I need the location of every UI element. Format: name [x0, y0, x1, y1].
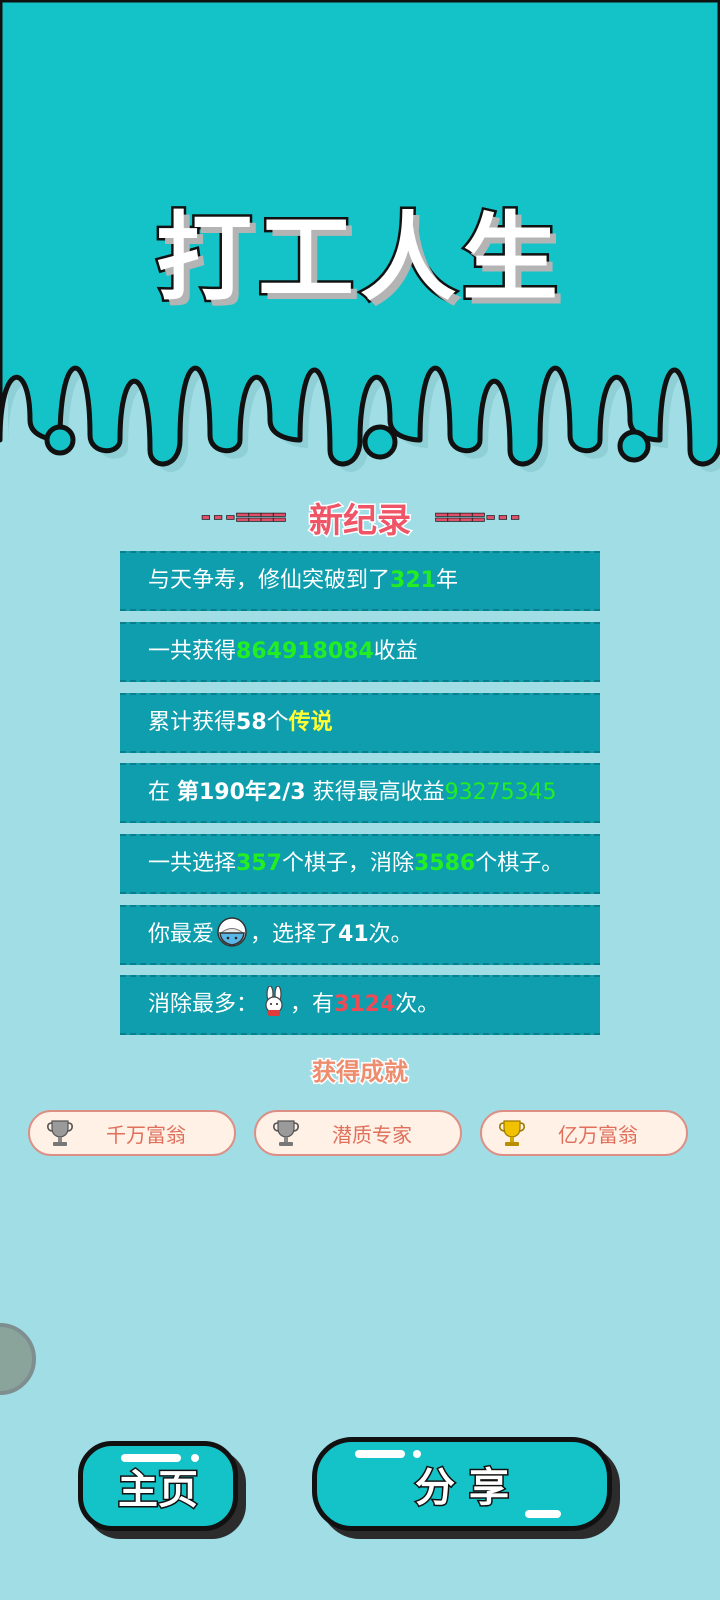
button-shine: [525, 1510, 561, 1518]
stat-row-favorite: 你最爱 ，选择了41次。: [120, 905, 600, 965]
stat-text: 一共选择: [148, 851, 237, 876]
heading-rule-right: ====---: [434, 504, 522, 531]
achievement-badge[interactable]: 潜质专家: [254, 1110, 462, 1156]
record-heading: ---==== 新纪录 ====---: [0, 495, 720, 542]
stat-text: 收益: [373, 639, 418, 664]
stat-text: 与天争寿，修仙突破到了: [148, 568, 391, 593]
stat-text: 消除最多：: [148, 992, 259, 1017]
drip-dot: [44, 424, 76, 456]
stat-value: 864918084: [236, 639, 374, 664]
stat-value: 58: [236, 710, 267, 735]
trophy-gold-icon: [499, 1120, 525, 1146]
heading-rule-left: ---====: [199, 504, 287, 531]
achievement-badge[interactable]: 千万富翁: [28, 1110, 236, 1156]
stat-text: ，选择了: [250, 922, 339, 947]
rice-bowl-icon: [217, 917, 247, 947]
stat-row-pieces: 一共选择357个棋子，消除3586个棋子。: [120, 834, 600, 894]
stat-value: 93275345: [444, 780, 557, 805]
share-button-label: 分 享: [414, 1464, 511, 1513]
drip-dot: [362, 424, 398, 460]
stat-text: 个棋子，消除: [281, 851, 414, 876]
trophy-silver-icon: [273, 1120, 299, 1146]
stat-row-legendary: 累计获得58个传说: [120, 693, 600, 753]
record-title: 新纪录: [308, 499, 413, 542]
share-button[interactable]: 分 享: [312, 1437, 612, 1531]
stat-row-total-income: 一共获得864918084收益: [120, 622, 600, 682]
stat-row-cultivation: 与天争寿，修仙突破到了321年: [120, 551, 600, 611]
stat-text: 获得最高收益: [305, 780, 445, 805]
stat-period: 第190年2/3: [177, 780, 306, 805]
trophy-silver-icon: [47, 1120, 73, 1146]
stat-value: 357: [236, 851, 282, 876]
stat-value: 41: [338, 922, 369, 947]
stat-value: 3586: [413, 851, 476, 876]
button-shine: [355, 1450, 405, 1458]
stat-text: 一共获得: [148, 639, 237, 664]
rabbit-icon: [265, 986, 283, 1016]
achievements-title: 获得成就: [311, 1057, 410, 1088]
button-shine: [413, 1450, 421, 1458]
button-shine: [191, 1454, 199, 1462]
stat-text: 你最爱: [148, 922, 215, 947]
stat-text: 个: [266, 710, 289, 735]
stat-text: ，有: [290, 992, 335, 1017]
stat-tier: 传说: [288, 710, 333, 735]
stat-text: 次。: [395, 992, 440, 1017]
floating-avatar[interactable]: [0, 1323, 36, 1395]
stat-value: 321: [390, 568, 436, 593]
stat-row-best-income: 在 第190年2/3 获得最高收益93275345: [120, 763, 600, 823]
stat-row-most-cleared: 消除最多： ，有3124次。: [120, 975, 600, 1035]
stat-text: 在: [148, 780, 177, 805]
achievement-badge[interactable]: 亿万富翁: [480, 1110, 688, 1156]
drip-dot: [617, 429, 651, 463]
home-button-label: 主页: [117, 1466, 200, 1515]
page-title: 打工人生: [154, 200, 564, 317]
stat-text: 个棋子。: [475, 851, 564, 876]
stat-value: 3124: [334, 992, 396, 1017]
button-shine: [121, 1454, 181, 1462]
stat-text: 年: [435, 568, 458, 593]
stat-text: 累计获得: [148, 710, 237, 735]
home-button[interactable]: 主页: [78, 1441, 238, 1531]
stat-text: 次。: [368, 922, 413, 947]
